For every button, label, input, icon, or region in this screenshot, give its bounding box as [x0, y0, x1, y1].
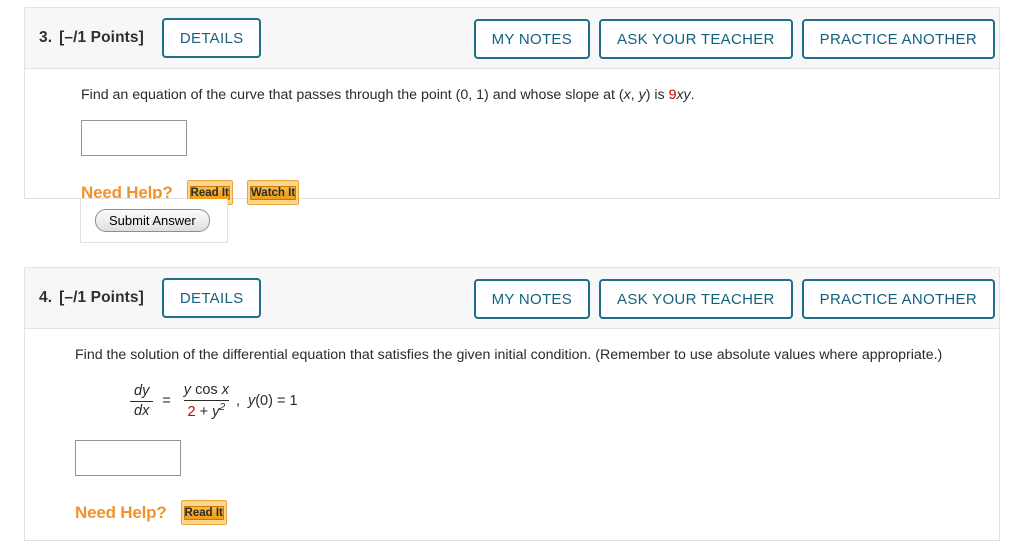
prompt-var-y: y — [638, 87, 646, 103]
read-it-button-4[interactable]: Read It — [180, 500, 227, 526]
lhs-numerator: dy — [134, 383, 150, 400]
details-button-4[interactable]: DETAILS — [161, 278, 262, 318]
rhs-den-coefficient: 2 — [187, 403, 196, 420]
my-notes-button-3[interactable]: MY NOTES — [473, 19, 591, 59]
rhs-den-exponent: 2 — [219, 401, 226, 413]
initial-condition-equals: = — [276, 393, 286, 410]
read-it-label-4: Read It — [183, 506, 224, 521]
question-body-3: Find an equation of the curve that passe… — [24, 69, 1000, 206]
header-button-group-4: MY NOTES ASK YOUR TEACHER PRACTICE ANOTH… — [473, 279, 995, 319]
question-points-3: [–/1 Points] — [59, 29, 144, 46]
question-body-4: Find the solution of the differential eq… — [24, 329, 1000, 541]
prompt-line-2: appropriate.) — [861, 347, 943, 363]
question-number-4: 4. — [39, 289, 53, 306]
question-card-3: 3. [–/1 Points] DETAILS MY NOTES ASK YOU… — [24, 7, 1000, 243]
question-prompt-3: Find an equation of the curve that passe… — [81, 85, 961, 106]
rhs-den-plus: + — [199, 403, 209, 420]
initial-condition-value: 1 — [289, 393, 298, 410]
question-points-4: [–/1 Points] — [59, 289, 144, 306]
watch-it-label-3: Watch It — [249, 186, 297, 201]
page-root: 3. [–/1 Points] DETAILS MY NOTES ASK YOU… — [0, 0, 1024, 552]
rhs-num-cos: cos — [195, 382, 218, 399]
prompt-text-before: Find an equation of the curve that passe… — [81, 87, 624, 103]
equation-equals: = — [162, 393, 171, 410]
prompt-var-x: x — [623, 87, 631, 103]
practice-another-button-4[interactable]: PRACTICE ANOTHER — [801, 279, 995, 319]
question-card-4: 4. [–/1 Points] DETAILS MY NOTES ASK YOU… — [24, 267, 1000, 541]
prompt-comma: , — [630, 87, 639, 103]
answer-input-3[interactable] — [81, 120, 187, 157]
submit-panel-3: Submit Answer — [80, 199, 228, 243]
rhs-denominator: 2 + y2 — [183, 399, 230, 421]
rhs-num-x: x — [221, 382, 229, 399]
ask-your-teacher-button-4[interactable]: ASK YOUR TEACHER — [599, 279, 793, 319]
rhs-num-y: y — [183, 382, 192, 399]
lhs-fraction: dy dx — [130, 383, 154, 420]
details-button-3[interactable]: DETAILS — [161, 18, 262, 58]
need-help-label-4: Need Help? — [75, 502, 167, 522]
equation-comma: , — [235, 393, 240, 410]
watch-it-button-3[interactable]: Watch It — [246, 180, 300, 206]
need-help-row-4: Need Help? Read It — [75, 500, 981, 526]
lhs-denominator: dx — [130, 400, 154, 420]
rhs-numerator: y cos x — [180, 382, 233, 400]
question-header-4: 4. [–/1 Points] DETAILS MY NOTES ASK YOU… — [24, 267, 1000, 329]
answer-input-4[interactable] — [75, 440, 181, 477]
submit-answer-button-3[interactable]: Submit Answer — [95, 209, 210, 232]
ask-your-teacher-button-3[interactable]: ASK YOUR TEACHER — [599, 19, 793, 59]
prompt-period: . — [690, 87, 695, 103]
question-number-3: 3. — [39, 29, 53, 46]
header-button-group-3: MY NOTES ASK YOUR TEACHER PRACTICE ANOTH… — [473, 19, 995, 59]
practice-another-button-3[interactable]: PRACTICE ANOTHER — [801, 19, 995, 59]
initial-condition-arg: (0) — [255, 393, 273, 410]
prompt-text-mid: ) is — [645, 87, 669, 103]
rhs-fraction: y cos x 2 + y2 — [180, 382, 233, 420]
prompt-expression-vars: xy — [676, 87, 691, 103]
question-prompt-4: Find the solution of the differential eq… — [75, 345, 975, 366]
prompt-line-1: Find the solution of the differential eq… — [75, 347, 858, 363]
differential-equation-4: dy dx = y cos x 2 + y2 , y (0) = 1 — [127, 382, 981, 420]
my-notes-button-4[interactable]: MY NOTES — [473, 279, 591, 319]
question-header-3: 3. [–/1 Points] DETAILS MY NOTES ASK YOU… — [24, 7, 1000, 69]
